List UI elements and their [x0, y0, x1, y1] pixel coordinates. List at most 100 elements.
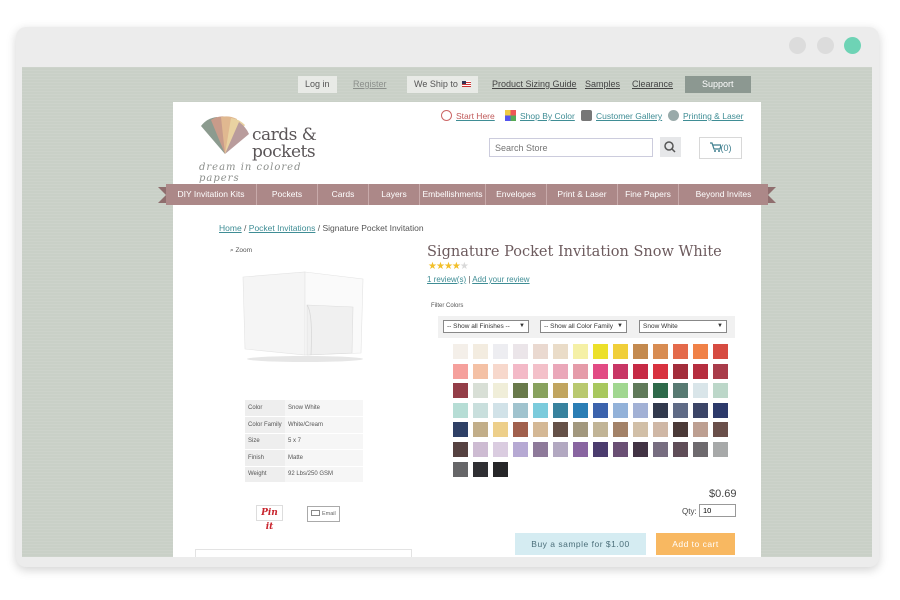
color-swatch[interactable] — [493, 422, 508, 438]
color-swatch[interactable] — [653, 383, 668, 399]
color-swatch[interactable] — [493, 402, 508, 418]
color-swatch[interactable] — [533, 363, 548, 379]
color-swatch[interactable] — [453, 363, 468, 379]
color-swatch[interactable] — [513, 402, 528, 418]
color-swatch[interactable] — [453, 422, 468, 438]
color-swatch[interactable] — [653, 422, 668, 438]
color-swatch[interactable] — [593, 363, 608, 379]
color-swatch[interactable] — [553, 442, 568, 457]
color-swatch[interactable] — [713, 344, 728, 359]
color-swatch[interactable] — [693, 402, 708, 418]
nav-item-print-laser[interactable]: Print & Laser — [547, 184, 618, 205]
color-swatch[interactable] — [493, 363, 508, 379]
color-swatch[interactable] — [653, 402, 668, 418]
color-swatch[interactable] — [633, 363, 648, 379]
nav-item-layers[interactable]: Layers — [369, 184, 420, 205]
window-control-maximize[interactable] — [817, 37, 834, 54]
color-swatch[interactable] — [493, 344, 508, 359]
nav-item-fine-papers[interactable]: Fine Papers — [618, 184, 679, 205]
color-swatch[interactable] — [593, 422, 608, 438]
qty-input[interactable] — [699, 504, 736, 517]
color-swatch[interactable] — [673, 383, 688, 399]
color-swatch[interactable] — [513, 344, 528, 359]
color-swatch[interactable] — [573, 442, 588, 457]
ship-to-selector[interactable]: We Ship to — [407, 76, 479, 93]
buy-sample-button[interactable]: Buy a sample for $1.00 — [515, 533, 646, 555]
color-swatch[interactable] — [553, 422, 568, 438]
color-swatch[interactable] — [473, 422, 488, 438]
color-swatch[interactable] — [673, 442, 688, 457]
color-swatch[interactable] — [453, 383, 468, 399]
color-swatch[interactable] — [653, 344, 668, 359]
color-swatch[interactable] — [613, 422, 628, 438]
window-control-close[interactable] — [844, 37, 861, 54]
pinterest-button[interactable]: Pin it — [256, 505, 283, 532]
color-swatch[interactable] — [593, 402, 608, 418]
add-to-cart-button[interactable]: Add to cart — [656, 533, 735, 555]
color-swatch[interactable] — [693, 344, 708, 359]
color-swatch[interactable] — [613, 402, 628, 418]
color-swatch[interactable] — [533, 383, 548, 399]
color-swatch[interactable] — [473, 402, 488, 418]
nav-item-embellishments[interactable]: Embellishments — [420, 184, 486, 205]
color-swatch[interactable] — [693, 442, 708, 457]
shop-by-color-link[interactable]: Shop By Color — [505, 110, 575, 121]
color-swatch[interactable] — [633, 402, 648, 418]
samples-link[interactable]: Samples — [578, 76, 627, 93]
printing-laser-link[interactable]: Printing & Laser — [668, 110, 743, 121]
color-swatch[interactable] — [613, 442, 628, 457]
nav-item-beyond-invites[interactable]: Beyond Invites — [679, 184, 768, 205]
color-swatch[interactable] — [573, 402, 588, 418]
color-swatch[interactable] — [693, 363, 708, 379]
color-swatch[interactable] — [693, 422, 708, 438]
reviews-count-link[interactable]: 1 review(s) — [427, 275, 466, 284]
color-swatch[interactable] — [633, 344, 648, 359]
color-swatch[interactable] — [673, 344, 688, 359]
color-swatch[interactable] — [513, 422, 528, 438]
color-swatch[interactable] — [473, 363, 488, 379]
color-swatch[interactable] — [713, 363, 728, 379]
color-swatch[interactable] — [493, 442, 508, 457]
color-swatch[interactable] — [593, 344, 608, 359]
color-swatch[interactable] — [553, 402, 568, 418]
color-swatch[interactable] — [593, 442, 608, 457]
finish-select[interactable]: -- Show all Finishes -- ▼ — [443, 320, 529, 333]
color-select[interactable]: Snow White ▼ — [639, 320, 727, 333]
color-swatch[interactable] — [713, 422, 728, 438]
color-swatch[interactable] — [533, 402, 548, 418]
color-swatch[interactable] — [613, 383, 628, 399]
start-here-link[interactable]: Start Here — [441, 110, 495, 121]
customer-gallery-link[interactable]: Customer Gallery — [581, 110, 662, 121]
color-swatch[interactable] — [593, 383, 608, 399]
color-swatch[interactable] — [673, 402, 688, 418]
color-swatch[interactable] — [513, 363, 528, 379]
color-swatch[interactable] — [453, 442, 468, 457]
search-button[interactable] — [660, 137, 681, 157]
color-swatch[interactable] — [573, 363, 588, 379]
color-swatch[interactable] — [533, 344, 548, 359]
site-logo[interactable]: cards & pockets dream in colored papers — [197, 110, 337, 184]
color-swatch[interactable] — [573, 344, 588, 359]
nav-item-diy-invitation-kits[interactable]: DIY Invitation Kits — [166, 184, 257, 205]
color-swatch[interactable] — [653, 442, 668, 457]
color-swatch[interactable] — [453, 344, 468, 359]
nav-item-cards[interactable]: Cards — [318, 184, 369, 205]
login-link[interactable]: Log in — [298, 76, 337, 93]
register-link[interactable]: Register — [346, 76, 394, 93]
color-swatch[interactable] — [453, 402, 468, 418]
email-share-button[interactable]: Email — [307, 506, 340, 522]
color-swatch[interactable] — [573, 383, 588, 399]
color-swatch[interactable] — [473, 442, 488, 457]
window-control-minimize[interactable] — [789, 37, 806, 54]
search-input[interactable] — [489, 138, 653, 157]
color-family-select[interactable]: -- Show all Color Family ▼ — [540, 320, 627, 333]
color-swatch[interactable] — [513, 442, 528, 457]
nav-item-envelopes[interactable]: Envelopes — [486, 184, 547, 205]
color-swatch[interactable] — [553, 344, 568, 359]
clearance-link[interactable]: Clearance — [625, 76, 680, 93]
color-swatch[interactable] — [633, 422, 648, 438]
zoom-control[interactable]: ⌕ Zoom — [230, 247, 252, 255]
cart-button[interactable]: (0) — [699, 137, 742, 159]
color-swatch[interactable] — [713, 383, 728, 399]
color-swatch[interactable] — [613, 344, 628, 359]
